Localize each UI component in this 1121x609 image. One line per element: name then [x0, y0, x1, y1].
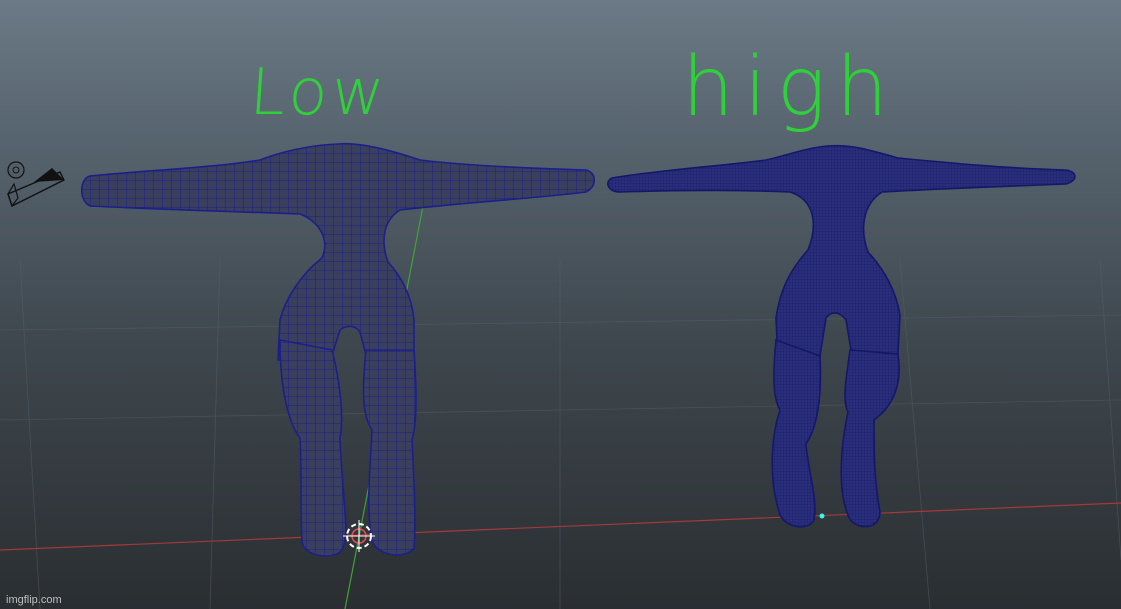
3d-viewport[interactable] — [0, 0, 1121, 609]
high-poly-right-leg[interactable] — [840, 349, 900, 528]
label-low: Low — [247, 56, 391, 130]
viewport-grid — [0, 259, 1121, 609]
low-poly-mesh[interactable] — [80, 142, 596, 557]
high-poly-mesh[interactable] — [607, 144, 1076, 528]
label-high: high — [682, 40, 898, 135]
watermark: imgflip.com — [6, 594, 62, 606]
camera-icon[interactable] — [7, 161, 65, 208]
high-poly-torso[interactable] — [607, 144, 1076, 364]
low-poly-left-leg[interactable] — [279, 339, 347, 557]
x-axis-line — [0, 502, 1121, 551]
low-poly-right-leg[interactable] — [362, 349, 417, 556]
vertex-dot-icon[interactable] — [819, 513, 825, 519]
high-poly-left-leg[interactable] — [771, 338, 822, 528]
